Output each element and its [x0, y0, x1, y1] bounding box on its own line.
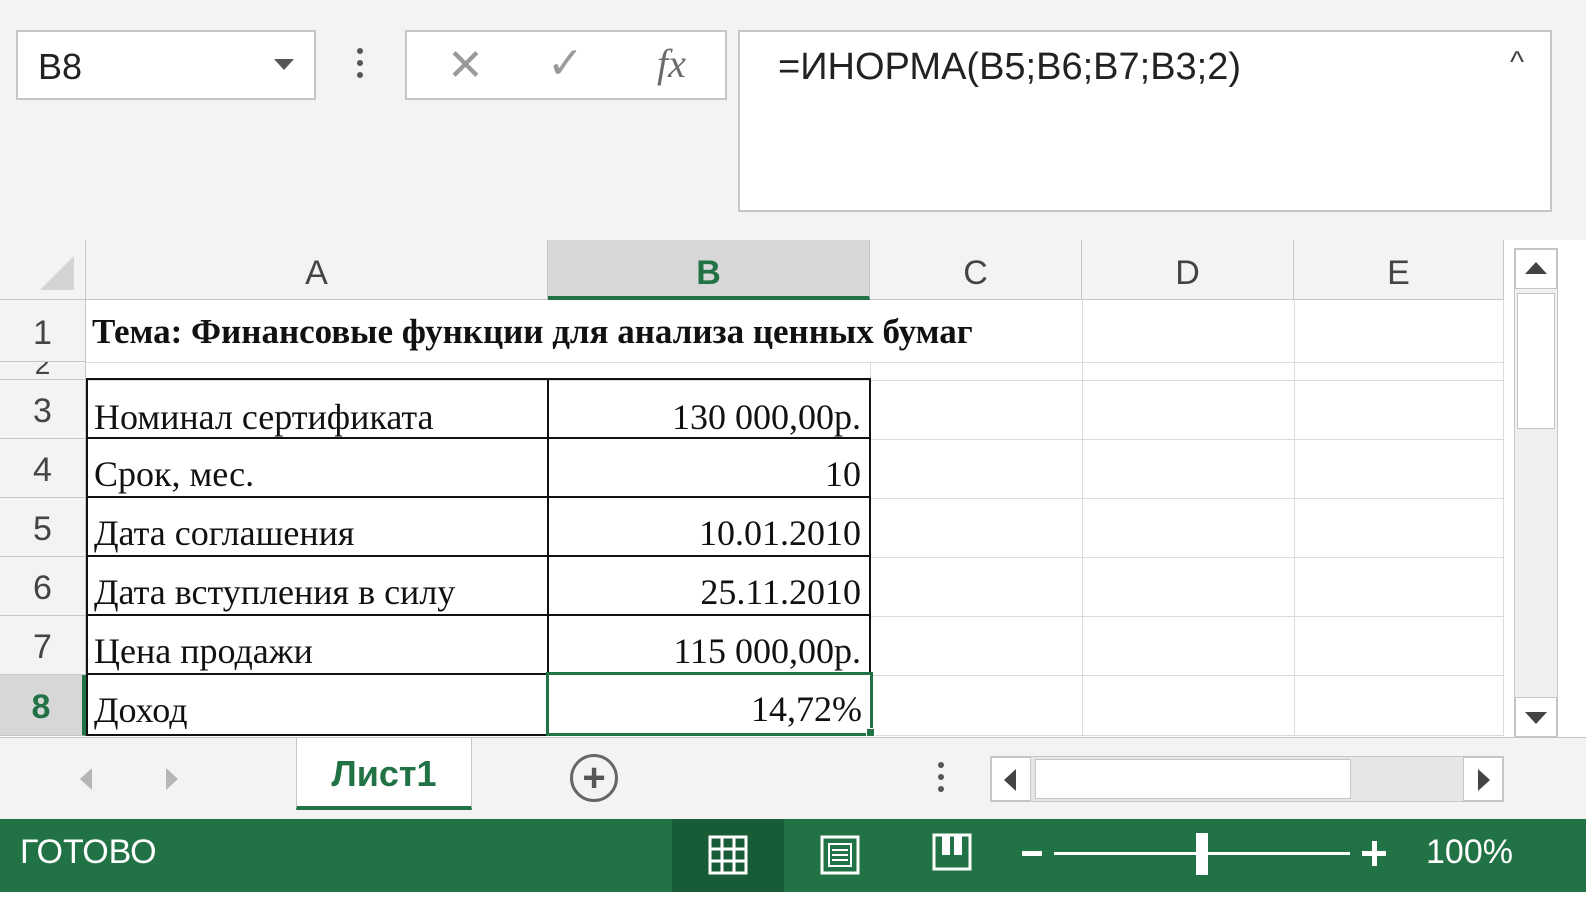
arrow-down-icon — [1525, 712, 1547, 724]
page-break-view-button[interactable] — [896, 819, 1008, 892]
cell-b6[interactable]: 25.11.2010 — [547, 555, 871, 616]
formula-input[interactable]: =ИНОРМА(B5;B6;B7;B3;2) ^ — [738, 30, 1552, 212]
page-break-icon — [932, 833, 972, 871]
cell-b6-text: 25.11.2010 — [700, 572, 861, 612]
cell-a8-text: Доход — [94, 690, 188, 730]
select-all-button[interactable] — [0, 240, 86, 300]
cell-b4-text: 10 — [825, 454, 861, 494]
row-header-3[interactable]: 3 — [0, 380, 86, 439]
column-header-d[interactable]: D — [1082, 240, 1294, 300]
page-layout-view-button[interactable] — [784, 819, 896, 892]
cell-a5[interactable]: Дата соглашения — [86, 496, 549, 557]
scroll-right-button[interactable] — [1463, 757, 1503, 801]
formula-buttons: ✕ ✓ fx — [405, 30, 727, 100]
next-sheet-icon[interactable] — [166, 768, 178, 790]
scroll-down-button[interactable] — [1515, 697, 1557, 737]
cell-a4[interactable]: Срок, мес. — [86, 437, 549, 498]
cell-a6-text: Дата вступления в силу — [94, 572, 456, 612]
cell-a8[interactable]: Доход — [86, 673, 549, 736]
page-layout-icon — [820, 835, 860, 875]
cell-b8-text: 14,72% — [751, 689, 862, 729]
cell-b5-text: 10.01.2010 — [699, 513, 861, 553]
enter-icon[interactable]: ✓ — [547, 38, 584, 89]
formula-text: =ИНОРМА(B5;B6;B7;B3;2) — [778, 46, 1242, 88]
column-header-b[interactable]: B — [548, 240, 870, 300]
gridline — [870, 616, 1504, 617]
gridline — [870, 439, 1504, 440]
zoom-level[interactable]: 100% — [1426, 833, 1513, 872]
prev-sheet-icon[interactable] — [80, 768, 92, 790]
cell-b8-selected[interactable]: 14,72% — [546, 672, 873, 736]
cell-a7[interactable]: Цена продажи — [86, 614, 549, 675]
chevron-down-icon[interactable] — [274, 59, 294, 70]
zoom-out-icon[interactable] — [1022, 851, 1042, 856]
cell-a6[interactable]: Дата вступления в силу — [86, 555, 549, 616]
cell-a3-text: Номинал сертификата — [94, 397, 434, 437]
cell-b3[interactable]: 130 000,00р. — [547, 378, 871, 439]
arrow-right-icon — [1478, 769, 1490, 791]
gridline — [870, 498, 1504, 499]
zoom-slider-thumb[interactable] — [1196, 833, 1208, 875]
cell-a1[interactable]: Тема: Финансовые функции для анализа цен… — [92, 312, 973, 352]
row-header-2[interactable]: 2 — [0, 362, 86, 380]
collapse-formula-bar-icon[interactable]: ^ — [1510, 46, 1524, 80]
column-header-c[interactable]: C — [870, 240, 1082, 300]
sheet-tab-bar: Лист1 + — [0, 737, 1586, 819]
cell-a5-text: Дата соглашения — [94, 513, 355, 553]
zoom-in-icon-vertical[interactable] — [1372, 841, 1377, 866]
cell-b4[interactable]: 10 — [547, 437, 871, 498]
cell-a3[interactable]: Номинал сертификата — [86, 378, 549, 439]
horizontal-scroll-thumb[interactable] — [1035, 759, 1351, 799]
cell-b5[interactable]: 10.01.2010 — [547, 496, 871, 557]
sheet-tab-1[interactable]: Лист1 — [296, 738, 472, 810]
gridline — [1082, 300, 1083, 736]
row-header-7[interactable]: 7 — [0, 616, 86, 675]
cell-b3-text: 130 000,00р. — [672, 397, 861, 437]
scroll-up-button[interactable] — [1515, 249, 1557, 289]
arrow-up-icon — [1525, 262, 1547, 274]
tab-split-handle-icon[interactable] — [938, 762, 944, 798]
arrow-left-icon — [1004, 769, 1016, 791]
gridline — [870, 675, 1504, 676]
cell-grid[interactable]: Тема: Финансовые функции для анализа цен… — [86, 300, 1504, 737]
gridline — [1503, 300, 1504, 736]
cell-b7-text: 115 000,00р. — [673, 631, 861, 671]
fill-handle[interactable] — [866, 728, 875, 737]
more-options-icon[interactable] — [357, 48, 363, 84]
select-all-triangle-icon — [40, 256, 74, 290]
cancel-icon[interactable]: ✕ — [447, 40, 484, 91]
column-header-a[interactable]: A — [86, 240, 548, 300]
row-header-1[interactable]: 1 — [0, 300, 86, 362]
row-header-4[interactable]: 4 — [0, 439, 86, 498]
scroll-left-button[interactable] — [991, 757, 1031, 801]
cell-a4-text: Срок, мес. — [94, 454, 255, 494]
vertical-scroll-thumb[interactable] — [1517, 293, 1555, 429]
vertical-scrollbar[interactable] — [1514, 248, 1558, 738]
formula-bar-area: B8 ✕ ✓ fx =ИНОРМА(B5;B6;B7;B3;2) ^ — [0, 0, 1586, 240]
name-box[interactable]: B8 — [16, 30, 316, 100]
cell-b7[interactable]: 115 000,00р. — [547, 614, 871, 675]
cell-a7-text: Цена продажи — [94, 631, 313, 671]
insert-function-icon[interactable]: fx — [657, 40, 686, 87]
name-box-value: B8 — [38, 46, 83, 87]
column-header-e[interactable]: E — [1294, 240, 1504, 300]
grid-view-icon — [708, 835, 748, 875]
gridline — [870, 557, 1504, 558]
row-header-5[interactable]: 5 — [0, 498, 86, 557]
gridline — [86, 362, 1504, 363]
add-sheet-icon[interactable]: + — [570, 754, 618, 802]
status-mode: ГОТОВО — [20, 833, 157, 871]
row-header-8[interactable]: 8 — [0, 675, 86, 736]
horizontal-scrollbar[interactable] — [990, 756, 1504, 802]
gridline — [1294, 300, 1295, 736]
status-bar: ГОТОВО 100% — [0, 819, 1586, 892]
row-header-6[interactable]: 6 — [0, 557, 86, 616]
normal-view-button[interactable] — [672, 819, 784, 892]
